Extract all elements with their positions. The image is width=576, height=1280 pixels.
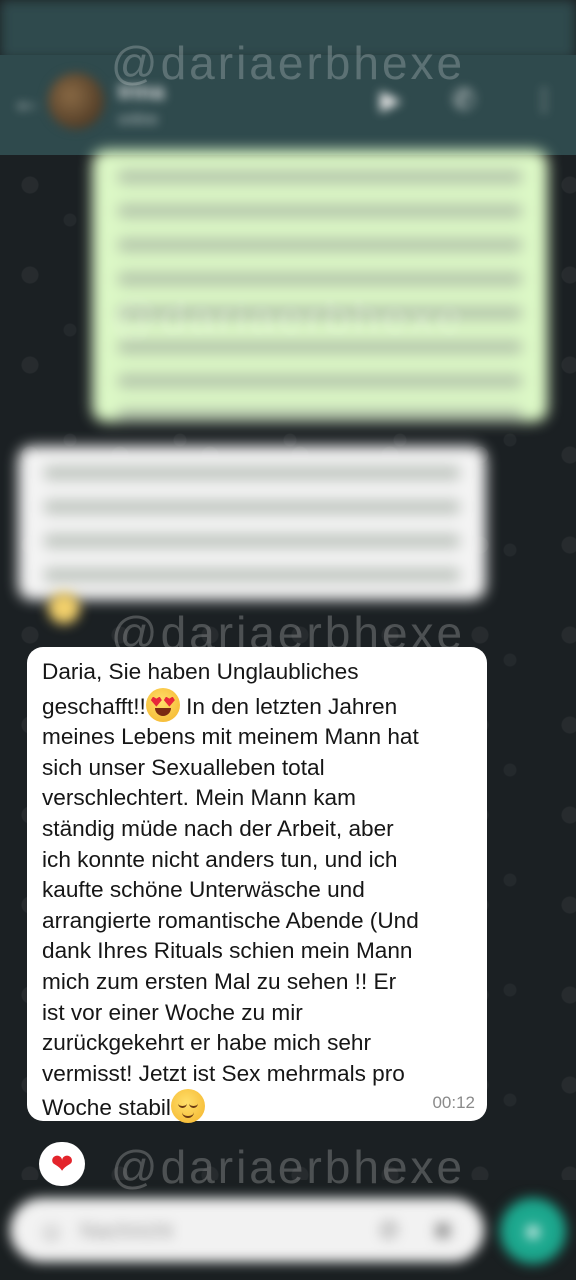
- back-arrow-icon[interactable]: ←: [12, 85, 42, 119]
- heart-eyes-emoji-icon: [145, 687, 180, 722]
- mic-icon: ●: [524, 1215, 542, 1246]
- watermark: @dariaerbhexe: [110, 291, 466, 343]
- relieved-face-emoji-icon: [170, 1089, 205, 1124]
- mic-button[interactable]: ●: [500, 1198, 566, 1264]
- attach-icon[interactable]: ⊘: [378, 1214, 400, 1245]
- blurred-incoming-message: [18, 446, 486, 600]
- message-text-part2: In den letzten Jahren meines Lebens mit …: [42, 693, 419, 1121]
- message-composer: ☺ Nachricht ⊘ ◙ ●: [0, 1180, 576, 1280]
- watermark: @dariaerbhexe: [110, 37, 466, 89]
- input-placeholder: Nachricht: [80, 1218, 173, 1243]
- message-bubble[interactable]: Daria, Sie haben Unglaubliches geschafft…: [27, 647, 487, 1124]
- message-text: Daria, Sie haben Unglaubliches geschafft…: [42, 657, 471, 1124]
- message-input[interactable]: ☺ Nachricht ⊘ ◙: [10, 1198, 484, 1262]
- emoji-icon[interactable]: ☺: [38, 1216, 65, 1247]
- camera-icon[interactable]: ◙: [435, 1214, 451, 1245]
- blurred-outgoing-message: [92, 150, 548, 422]
- message-timestamp: 00:12: [432, 1093, 475, 1112]
- contact-status: online: [118, 111, 159, 128]
